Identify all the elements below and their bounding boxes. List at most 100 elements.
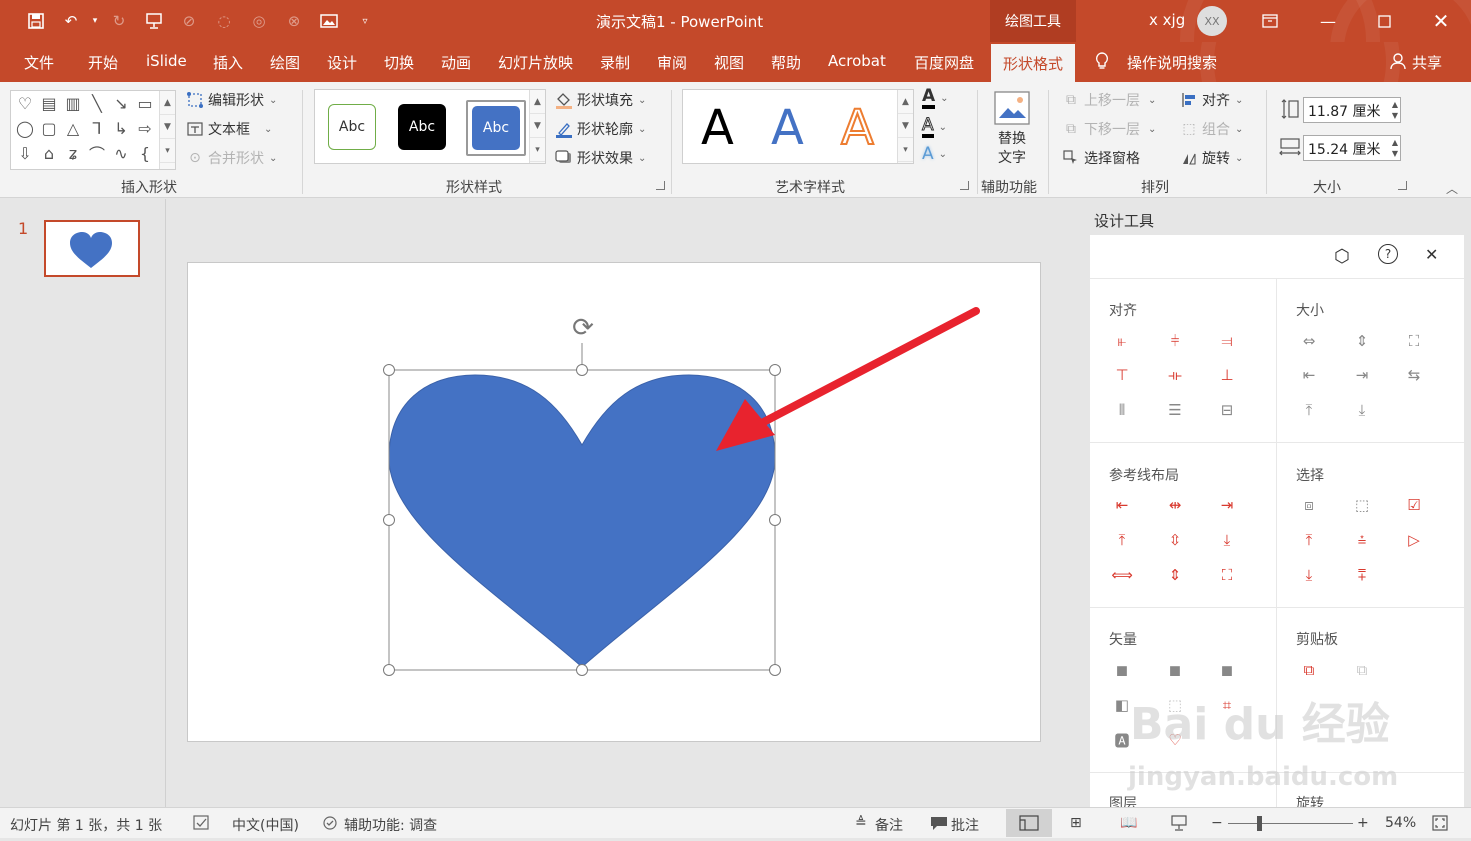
style-swatch-outline-green[interactable]: Abc <box>328 104 376 150</box>
select-layer-icon[interactable]: ⩮ <box>1353 531 1371 549</box>
align-to-slide-icon[interactable]: ⊟ <box>1218 401 1236 419</box>
save-icon[interactable] <box>25 10 47 32</box>
guide-fill-icon[interactable]: ⛶ <box>1218 566 1236 584</box>
edit-shape-button[interactable]: 编辑形状 ⌄ <box>186 90 277 110</box>
scroll-up-icon[interactable]: ▲ <box>898 90 913 114</box>
guide-stretch-h-icon[interactable]: ⟺ <box>1111 566 1133 584</box>
scroll-down-icon[interactable]: ▼ <box>530 114 545 138</box>
wordart-style-blue[interactable]: A <box>771 100 804 156</box>
select-pointer-icon[interactable]: ▷ <box>1405 531 1423 549</box>
bring-forward-button[interactable]: ⧉ 上移一层 ⌄ <box>1062 90 1156 110</box>
style-swatch-blue-selected[interactable]: Abc <box>466 100 526 156</box>
tell-me-search[interactable]: 操作说明搜索 <box>1127 52 1217 73</box>
extend-right-icon[interactable]: ⇥ <box>1353 366 1371 384</box>
tab-shape-format[interactable]: 形状格式 <box>991 44 1076 82</box>
guide-stretch-v-icon[interactable]: ⇕ <box>1166 566 1184 584</box>
text-effects-button[interactable]: A ⌄ <box>922 146 947 163</box>
send-backward-button[interactable]: ⧉ 下移一层 ⌄ <box>1062 119 1156 139</box>
alt-text-button[interactable]: 替换 文字 <box>990 90 1034 168</box>
shape-effects-button[interactable]: 形状效果 ⌄ <box>555 148 646 168</box>
shape-combine-icon[interactable]: ⊘ <box>178 10 200 32</box>
accessibility-status[interactable]: 辅助功能: 调查 <box>344 815 437 835</box>
rounded-rect-shape-icon[interactable]: ▢ <box>39 119 59 138</box>
zoom-slider-track[interactable] <box>1228 823 1353 824</box>
comments-icon[interactable] <box>930 815 948 835</box>
resize-handle-bottom-right[interactable] <box>769 664 781 676</box>
tab-acrobat[interactable]: Acrobat <box>828 52 886 70</box>
avatar[interactable]: XX <box>1197 6 1227 36</box>
resize-handle-top[interactable] <box>576 364 588 376</box>
normal-view-button[interactable] <box>1006 809 1052 837</box>
ribbon-display-icon[interactable] <box>1256 8 1284 34</box>
dialog-launcher-icon[interactable] <box>960 181 969 190</box>
oval-shape-icon[interactable]: ◯ <box>15 119 35 138</box>
tab-view[interactable]: 视图 <box>714 52 744 73</box>
wordart-style-black[interactable]: A <box>701 100 734 156</box>
more-icon[interactable]: ▾ <box>530 138 545 162</box>
tab-review[interactable]: 审阅 <box>657 52 687 73</box>
tab-insert[interactable]: 插入 <box>213 52 243 73</box>
swap-size-icon[interactable]: ⇆ <box>1405 366 1423 384</box>
vector-combine-icon[interactable]: ◼ <box>1166 661 1184 679</box>
guide-right-icon[interactable]: ⇥ <box>1218 496 1236 514</box>
guide-bottom-icon[interactable]: ⤓ <box>1218 531 1236 549</box>
tab-transitions[interactable]: 切换 <box>384 52 414 73</box>
resize-handle-bottom[interactable] <box>576 664 588 676</box>
tab-islide[interactable]: iSlide <box>146 52 187 70</box>
right-arrow-shape-icon[interactable]: ⇨ <box>135 119 155 138</box>
rotate-button[interactable]: 旋转 ⌄ <box>1180 148 1243 168</box>
slide-thumbnail[interactable] <box>44 220 140 277</box>
spell-check-icon[interactable] <box>193 815 211 835</box>
shape-subtract-icon[interactable]: ⊗ <box>283 10 305 32</box>
scroll-up-icon[interactable]: ▲ <box>530 90 545 114</box>
text-fill-button[interactable]: A ⌄ <box>922 88 949 109</box>
select-below-icon[interactable]: ⤓ <box>1300 566 1318 584</box>
resize-handle-left[interactable] <box>383 514 395 526</box>
tab-slideshow[interactable]: 幻灯片放映 <box>498 52 573 73</box>
wordart-scroll[interactable]: ▲ ▼ ▾ <box>897 90 913 163</box>
fit-to-window-icon[interactable] <box>1432 815 1448 835</box>
shape-width-input[interactable]: 15.24 厘米 ▲ ▼ <box>1303 135 1401 161</box>
align-center-icon[interactable]: ⫩ <box>1166 332 1184 350</box>
elbow-arrow-shape-icon[interactable]: ↳ <box>111 119 131 138</box>
resize-handle-bottom-left[interactable] <box>383 664 395 676</box>
guide-left-icon[interactable]: ⇤ <box>1113 496 1131 514</box>
shape-intersect-icon[interactable]: ◎ <box>248 10 270 32</box>
align-button[interactable]: 对齐 ⌄ <box>1180 90 1243 110</box>
tab-design[interactable]: 设计 <box>327 52 357 73</box>
scribble-shape-icon[interactable]: ʑ <box>63 144 83 163</box>
tab-baidu-netdisk[interactable]: 百度网盘 <box>914 52 974 73</box>
tab-file[interactable]: 文件 <box>24 52 54 73</box>
shape-union-icon[interactable]: ◌ <box>213 10 235 32</box>
scroll-down-icon[interactable]: ▼ <box>160 115 175 139</box>
maximize-icon[interactable] <box>1370 8 1398 34</box>
heart-shape-icon[interactable]: ♡ <box>15 94 35 113</box>
textbox-shape-icon[interactable]: ▤ <box>39 94 59 113</box>
select-same-size-icon[interactable]: ⬚ <box>1353 496 1371 514</box>
vector-text-icon[interactable]: 🅰 <box>1113 731 1131 750</box>
select-above-icon[interactable]: ⤒ <box>1300 531 1318 549</box>
line-shape-icon[interactable]: ╲ <box>87 94 107 113</box>
select-filter-icon[interactable]: ⩱ <box>1353 566 1371 584</box>
height-spinner-icon[interactable]: ▲ ▼ <box>1392 99 1398 121</box>
arrow-line-shape-icon[interactable]: ↘ <box>111 94 131 113</box>
merge-shapes-button[interactable]: ⊙ 合并形状 ⌄ <box>186 148 277 168</box>
curve-shape-icon[interactable]: ∿ <box>111 144 131 163</box>
text-outline-button[interactable]: A ⌄ <box>922 116 947 138</box>
notes-icon[interactable]: ≜ <box>855 815 867 831</box>
help-icon[interactable]: ? <box>1378 244 1398 264</box>
select-same-type-icon[interactable]: ⧈ <box>1300 496 1318 514</box>
vector-edit-points-icon[interactable]: ⌗ <box>1218 696 1236 714</box>
vector-intersect-icon[interactable]: ◧ <box>1113 696 1131 714</box>
redo-icon[interactable]: ↻ <box>108 10 130 32</box>
shapes-scroll[interactable]: ▲ ▼ ▾ <box>159 91 175 169</box>
copy-icon[interactable]: ⧉ <box>1300 661 1318 679</box>
slideshow-view-icon[interactable] <box>1170 815 1188 835</box>
presenter-icon[interactable] <box>143 10 165 32</box>
dialog-launcher-icon[interactable] <box>656 181 665 190</box>
text-box-button[interactable]: 文本框 ⌄ <box>186 119 272 139</box>
align-right-icon[interactable]: ⫤ <box>1218 332 1236 350</box>
tab-animations[interactable]: 动画 <box>441 52 471 73</box>
brace-shape-icon[interactable]: { <box>135 144 155 163</box>
close-icon[interactable]: ✕ <box>1427 8 1455 34</box>
